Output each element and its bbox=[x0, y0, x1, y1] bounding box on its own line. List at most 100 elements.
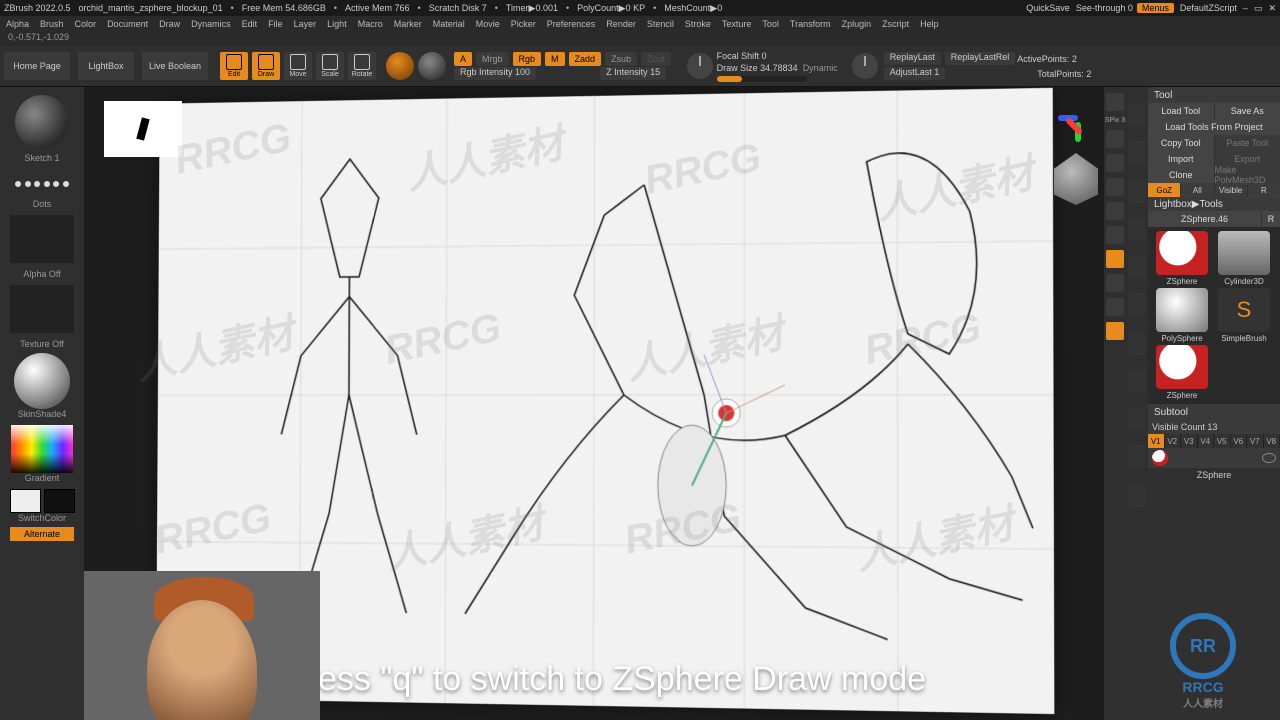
window-max-icon[interactable]: ▭ bbox=[1254, 3, 1263, 14]
paste-tool-button[interactable]: Paste Tool bbox=[1215, 135, 1280, 151]
menu-texture[interactable]: Texture bbox=[722, 19, 752, 29]
menu-file[interactable]: File bbox=[268, 19, 283, 29]
menu-light[interactable]: Light bbox=[327, 19, 347, 29]
tool-cylinder3d[interactable]: Cylinder3D bbox=[1214, 231, 1274, 286]
draw-size-label[interactable]: Draw Size 34.78834 Dynamic bbox=[717, 63, 838, 73]
window-close-icon[interactable]: ✕ bbox=[1268, 3, 1276, 14]
frame-icon[interactable] bbox=[1128, 179, 1146, 203]
texture-thumb[interactable] bbox=[10, 285, 74, 333]
window-min-icon[interactable]: – bbox=[1243, 3, 1248, 13]
line-fill-icon[interactable] bbox=[1128, 331, 1146, 355]
replay-knob[interactable] bbox=[852, 53, 878, 79]
focal-shift-knob[interactable] bbox=[687, 53, 713, 79]
axis-gizmo-icon[interactable] bbox=[1058, 107, 1098, 147]
clone-button[interactable]: Clone bbox=[1148, 167, 1214, 183]
a-toggle[interactable]: A bbox=[454, 52, 472, 66]
material-secondary-icon[interactable] bbox=[418, 52, 446, 80]
tool-header[interactable]: Tool bbox=[1148, 87, 1280, 103]
subtool-row[interactable] bbox=[1148, 448, 1280, 468]
menu-stencil[interactable]: Stencil bbox=[647, 19, 674, 29]
menu-layer[interactable]: Layer bbox=[294, 19, 317, 29]
alpha-thumb[interactable] bbox=[10, 215, 74, 263]
menu-brush[interactable]: Brush bbox=[40, 19, 64, 29]
l.sym-icon[interactable] bbox=[1106, 274, 1124, 292]
menu-edit[interactable]: Edit bbox=[242, 19, 258, 29]
menu-preferences[interactable]: Preferences bbox=[547, 19, 596, 29]
zoom-icon[interactable] bbox=[1106, 154, 1124, 172]
replay-last[interactable]: ReplayLast bbox=[884, 52, 941, 65]
viewport[interactable]: RRCG 人人素材 RRCG 人人素材 人人素材 RRCG 人人素材 RRCG … bbox=[84, 87, 1104, 720]
copy-tool-button[interactable]: Copy Tool bbox=[1148, 135, 1214, 151]
menu-stroke[interactable]: Stroke bbox=[685, 19, 711, 29]
menu-document[interactable]: Document bbox=[107, 19, 148, 29]
default-zscript[interactable]: DefaultZScript bbox=[1180, 3, 1237, 13]
floor-icon[interactable] bbox=[1106, 250, 1124, 268]
vtab-v2[interactable]: V2 bbox=[1165, 434, 1182, 448]
vtab-v8[interactable]: V8 bbox=[1264, 434, 1280, 448]
material-thumb[interactable] bbox=[14, 353, 70, 409]
draw-mode-button[interactable]: Draw bbox=[252, 52, 280, 80]
gradient-label[interactable]: Gradient bbox=[25, 473, 60, 483]
menu-macro[interactable]: Macro bbox=[358, 19, 383, 29]
rgb-toggle[interactable]: Rgb bbox=[513, 52, 542, 66]
zoom3d-icon[interactable] bbox=[1128, 255, 1146, 279]
chip-goz[interactable]: GoZ bbox=[1148, 183, 1180, 197]
load-tool-button[interactable]: Load Tool bbox=[1148, 103, 1214, 119]
color-picker[interactable] bbox=[11, 425, 73, 473]
rgb-intensity[interactable]: Rgb Intensity 100 bbox=[454, 67, 536, 80]
vtab-v7[interactable]: V7 bbox=[1247, 434, 1264, 448]
material-swatch-icon[interactable] bbox=[386, 52, 414, 80]
stroke-dots-icon[interactable] bbox=[15, 169, 69, 199]
menu-marker[interactable]: Marker bbox=[394, 19, 422, 29]
spix-3-icon[interactable] bbox=[1106, 93, 1124, 111]
zsub-toggle[interactable]: Zsub bbox=[605, 52, 637, 66]
scale-mode-button[interactable]: Scale bbox=[316, 52, 344, 80]
vtab-v5[interactable]: V5 bbox=[1214, 434, 1231, 448]
seethrough[interactable]: See-through 0 bbox=[1076, 3, 1133, 13]
solo-icon[interactable] bbox=[1128, 483, 1146, 507]
menu-transform[interactable]: Transform bbox=[790, 19, 831, 29]
menu-zscript[interactable]: Zscript bbox=[882, 19, 909, 29]
rotate-mode-button[interactable]: Rotate bbox=[348, 52, 376, 80]
subtool-header[interactable]: Subtool bbox=[1148, 404, 1280, 420]
lightbox-button[interactable]: LightBox bbox=[78, 52, 134, 80]
menu-help[interactable]: Help bbox=[920, 19, 939, 29]
import-button[interactable]: Import bbox=[1148, 151, 1214, 167]
reference-thumbnail[interactable] bbox=[104, 101, 182, 157]
persp-icon[interactable] bbox=[1106, 226, 1124, 244]
quicksave-button[interactable]: QuickSave bbox=[1026, 3, 1070, 13]
aahalf-icon[interactable] bbox=[1106, 202, 1124, 220]
menu-zplugin[interactable]: Zplugin bbox=[842, 19, 872, 29]
chip-all[interactable]: All bbox=[1181, 183, 1213, 197]
move-icon[interactable] bbox=[1128, 217, 1146, 241]
home-page-button[interactable]: Home Page bbox=[4, 52, 70, 80]
⊕-icon[interactable] bbox=[1128, 141, 1146, 165]
transp-icon[interactable] bbox=[1128, 407, 1146, 431]
draw-size-slider[interactable] bbox=[717, 76, 807, 82]
color-swatches[interactable] bbox=[10, 489, 75, 513]
tool-zsphere[interactable]: ZSphere bbox=[1152, 231, 1212, 286]
menu-material[interactable]: Material bbox=[433, 19, 465, 29]
tool-zsphere[interactable]: ZSphere bbox=[1152, 345, 1212, 400]
camera-head-icon[interactable] bbox=[1054, 153, 1098, 205]
vtab-v4[interactable]: V4 bbox=[1198, 434, 1215, 448]
switch-color-label[interactable]: SwitchColor bbox=[18, 513, 66, 523]
load-project-button[interactable]: Load Tools From Project bbox=[1148, 119, 1280, 135]
menu-alpha[interactable]: Alpha bbox=[6, 19, 29, 29]
m-toggle[interactable]: M bbox=[545, 52, 565, 66]
adjust-last[interactable]: AdjustLast 1 bbox=[884, 67, 946, 80]
lightbox-tools[interactable]: Lightbox▶Tools bbox=[1148, 197, 1280, 211]
rot-icon[interactable] bbox=[1128, 293, 1146, 317]
make-polymesh-button[interactable]: Make PolyMesh3D bbox=[1215, 167, 1280, 183]
menus-toggle[interactable]: Menus bbox=[1137, 3, 1174, 13]
z-intensity[interactable]: Z Intensity 15 bbox=[600, 67, 666, 80]
alternate-button[interactable]: Alternate bbox=[10, 527, 74, 541]
zcut-toggle[interactable]: Zcut bbox=[641, 52, 671, 66]
eye-icon[interactable] bbox=[1262, 453, 1276, 463]
edit-mode-button[interactable]: Edit bbox=[220, 52, 248, 80]
vtab-v1[interactable]: V1 bbox=[1148, 434, 1165, 448]
menu-tool[interactable]: Tool bbox=[762, 19, 779, 29]
lock-icon[interactable] bbox=[1106, 298, 1124, 316]
save-as-button[interactable]: Save As bbox=[1215, 103, 1280, 119]
menu-picker[interactable]: Picker bbox=[511, 19, 536, 29]
